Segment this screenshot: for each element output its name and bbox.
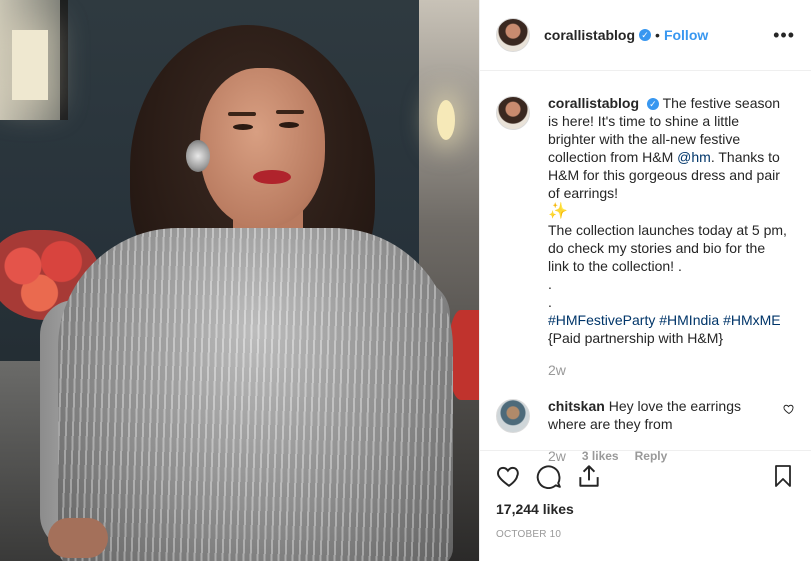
caption: corallistablog ✓ The festive season is h… [496,94,795,379]
actions-bar: 17,244 likes OCTOBER 10 [480,450,811,561]
bookmark-icon[interactable] [771,463,795,489]
verified-badge-icon: ✓ [646,98,659,111]
post-side-panel: corallistablog ✓ • Follow ••• corallista… [479,0,811,561]
hashtag-link[interactable]: #HMFestiveParty [548,312,655,328]
background-lamp [437,100,455,140]
separator-dot: • [655,27,660,43]
avatar[interactable] [496,18,530,52]
sparkle-emoji: ✨ [548,203,568,220]
hashtag-link[interactable]: #HMIndia [659,312,719,328]
face [200,68,325,228]
caption-username[interactable]: corallistablog [548,95,639,111]
share-icon[interactable] [576,463,602,489]
eye-right [279,122,299,128]
background-light [12,30,48,100]
action-icons [496,461,795,491]
hashtag-link[interactable]: #HMxME [723,312,781,328]
caption-timestamp[interactable]: 2w [548,361,788,379]
post-photo[interactable] [0,0,479,561]
verified-badge-icon: ✓ [639,29,652,41]
caption-text-3: The collection launches today at 5 pm, d… [548,222,787,310]
caption-footer: {Paid partnership with H&M} [548,330,724,346]
mention-link[interactable]: @hm [677,149,711,165]
eye-left [233,124,253,130]
follow-button[interactable]: Follow [664,27,708,43]
more-options-icon[interactable]: ••• [773,26,795,44]
red-flowers-right [449,310,479,400]
lips [253,170,291,184]
commenter-avatar[interactable] [496,399,530,433]
eyebrow-right [276,110,304,114]
like-count[interactable]: 17,244 likes [496,501,795,517]
comment-like-icon[interactable] [783,403,795,415]
header-username[interactable]: corallistablog [544,27,635,43]
post-date[interactable]: OCTOBER 10 [496,529,795,540]
heart-icon[interactable] [496,463,522,489]
post-header: corallistablog ✓ • Follow ••• [480,0,811,71]
earring [186,140,210,172]
hand [48,518,108,558]
caption-avatar[interactable] [496,96,530,130]
eyebrow-left [228,112,256,116]
caption-body: corallistablog ✓ The festive season is h… [548,94,788,379]
comment-username[interactable]: chitskan [548,398,605,414]
sequin-dress [58,228,453,561]
post-dialog: corallistablog ✓ • Follow ••• corallista… [0,0,811,561]
comment-icon[interactable] [536,463,562,489]
comments-section: corallistablog ✓ The festive season is h… [480,72,811,464]
